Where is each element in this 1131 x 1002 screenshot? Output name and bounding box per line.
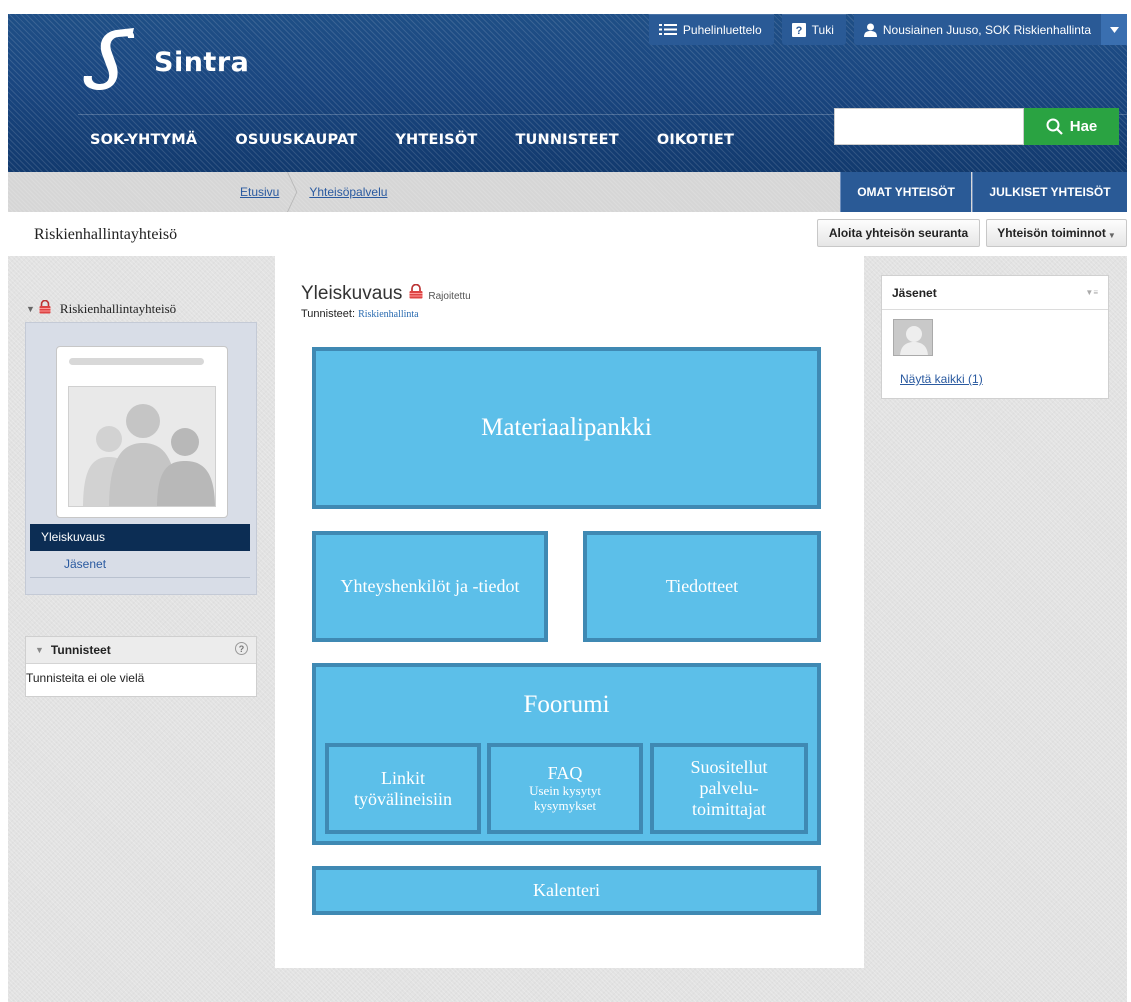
tile-news-label: Tiedotteet: [665, 576, 739, 597]
community-header: ▼ Riskienhallintayhteisö: [26, 299, 176, 317]
tile-faq-line1: FAQ: [547, 763, 583, 784]
tile-tool-links-line2: työvälineisiin: [354, 788, 452, 809]
tile-suppliers-line1: Suositellut: [690, 757, 768, 778]
panel-menu-icon[interactable]: ▼≡: [1085, 288, 1098, 297]
phonebook-button[interactable]: Puhelinluettelo: [648, 14, 774, 45]
breadcrumb-home-link[interactable]: Etusivu: [240, 185, 279, 199]
help-circle-icon[interactable]: ?: [235, 642, 248, 655]
chevron-down-icon: ▼: [1107, 230, 1116, 240]
follow-community-button[interactable]: Aloita yhteisön seuranta: [817, 219, 980, 247]
tile-calendar[interactable]: Kalenteri: [312, 866, 821, 915]
tile-materials-label: Materiaalipankki: [481, 413, 652, 441]
avatar[interactable]: [893, 319, 933, 356]
group-avatar-icon: [83, 404, 215, 506]
page-title: Riskienhallintayhteisö: [34, 226, 178, 243]
center-tags: Tunnisteet: Riskienhallinta: [301, 308, 419, 320]
user-dropdown-icon[interactable]: [1101, 14, 1127, 45]
tags-panel: ▼ Tunnisteet ? Tunnisteita ei ole vielä: [25, 636, 257, 697]
breadcrumb-bar: Etusivu Yhteisöpalvelu OMAT YHTEISÖT JUL…: [8, 172, 1127, 212]
site-header: Sintra Puhelinluettelo ? Tuki Nousiainen…: [8, 14, 1127, 172]
user-name: Nousiainen Juuso, SOK Riskienhallinta: [882, 22, 1091, 37]
community-menu: Yleiskuvaus Jäsenet: [30, 524, 250, 578]
tile-contacts[interactable]: Yhteyshenkilöt ja -tiedot: [312, 531, 548, 642]
brand-name: Sintra: [154, 46, 250, 78]
tags-empty-text: Tunnisteita ei ole vielä: [26, 671, 145, 685]
members-panel: Jäsenet ▼≡ Näytä kaikki (1): [881, 275, 1109, 399]
community-name[interactable]: Riskienhallintayhteisö: [60, 301, 176, 317]
main-navigation: SOK-YHTYMÄ OSUUSKAUPAT YHTEISÖT TUNNISTE…: [90, 132, 772, 148]
lock-icon: [408, 283, 424, 302]
show-all-members-link[interactable]: Näytä kaikki (1): [900, 372, 983, 386]
support-button[interactable]: ? Tuki: [781, 14, 846, 45]
main-content: Yleiskuvaus Rajoitettu Tunnisteet: Riski…: [275, 256, 864, 968]
community-panel: Yleiskuvaus Jäsenet: [25, 322, 257, 595]
restricted-label: Rajoitettu: [428, 291, 471, 302]
community-photo: [56, 346, 228, 518]
breadcrumb: Etusivu Yhteisöpalvelu: [240, 172, 387, 212]
tags-label: Tunnisteet:: [301, 308, 356, 320]
sintra-logo-icon: [83, 28, 135, 90]
svg-text:?: ?: [795, 25, 802, 37]
tile-suppliers-line2: palvelu-: [699, 778, 759, 799]
breadcrumb-separator: [287, 172, 299, 212]
search-button-label: Hae: [1069, 118, 1098, 135]
tile-faq-line3: kysymykset: [533, 797, 597, 813]
tile-suppliers[interactable]: Suositellut palvelu- toimittajat: [650, 743, 808, 834]
nav-oikotiet[interactable]: OIKOTIET: [657, 132, 734, 148]
section-title: Yleiskuvaus: [301, 283, 403, 304]
lock-icon: [38, 299, 52, 317]
nav-osuuskaupat[interactable]: OSUUSKAUPAT: [235, 132, 357, 148]
search-input[interactable]: [834, 108, 1024, 145]
tile-news[interactable]: Tiedotteet: [583, 531, 821, 642]
person-silhouette-icon: [900, 326, 928, 355]
nav-sok-yhtyma[interactable]: SOK-YHTYMÄ: [90, 132, 197, 148]
community-actions-button[interactable]: Yhteisön toiminnot ▼: [986, 219, 1127, 247]
menu-item-members[interactable]: Jäsenet: [30, 551, 250, 578]
tile-faq[interactable]: FAQ Usein kysytyt kysymykset: [487, 743, 643, 834]
tile-calendar-label: Kalenteri: [533, 880, 600, 901]
help-icon: ?: [791, 22, 806, 37]
search-button[interactable]: Hae: [1024, 108, 1119, 145]
logo[interactable]: Sintra: [78, 26, 249, 92]
tab-own-communities[interactable]: OMAT YHTEISÖT: [840, 172, 971, 212]
tab-public-communities[interactable]: JULKISET YHTEISÖT: [972, 172, 1127, 212]
menu-item-overview[interactable]: Yleiskuvaus: [30, 524, 250, 551]
breadcrumb-community-service-link[interactable]: Yhteisöpalvelu: [309, 185, 387, 199]
tags-panel-title: Tunnisteet: [50, 643, 111, 657]
tile-tool-links[interactable]: Linkit työvälineisiin: [325, 743, 481, 834]
support-label: Tuki: [811, 22, 834, 37]
tile-faq-line2: Usein kysytyt: [529, 782, 601, 798]
tag-link[interactable]: Riskienhallinta: [358, 309, 419, 320]
tile-tool-links-line1: Linkit: [381, 767, 425, 788]
tile-contacts-label: Yhteyshenkilöt ja -tiedot: [340, 576, 520, 597]
search-icon: [1046, 118, 1063, 135]
tile-suppliers-line3: toimittajat: [692, 798, 766, 819]
nav-tunnisteet[interactable]: TUNNISTEET: [515, 132, 618, 148]
collapse-triangle-icon[interactable]: ▼: [35, 645, 44, 655]
nav-yhteisot[interactable]: YHTEISÖT: [395, 132, 477, 148]
collapse-triangle-icon[interactable]: ▼: [26, 304, 35, 314]
community-actions-label: Yhteisön toiminnot: [997, 226, 1106, 240]
tile-forum-label: Foorumi: [523, 691, 610, 718]
list-icon: [658, 23, 677, 36]
members-panel-title: Jäsenet: [892, 285, 937, 300]
tile-materials[interactable]: Materiaalipankki: [312, 347, 821, 509]
user-icon: [863, 23, 877, 37]
user-menu[interactable]: Nousiainen Juuso, SOK Riskienhallinta: [853, 14, 1127, 45]
phonebook-label: Puhelinluettelo: [682, 22, 762, 37]
